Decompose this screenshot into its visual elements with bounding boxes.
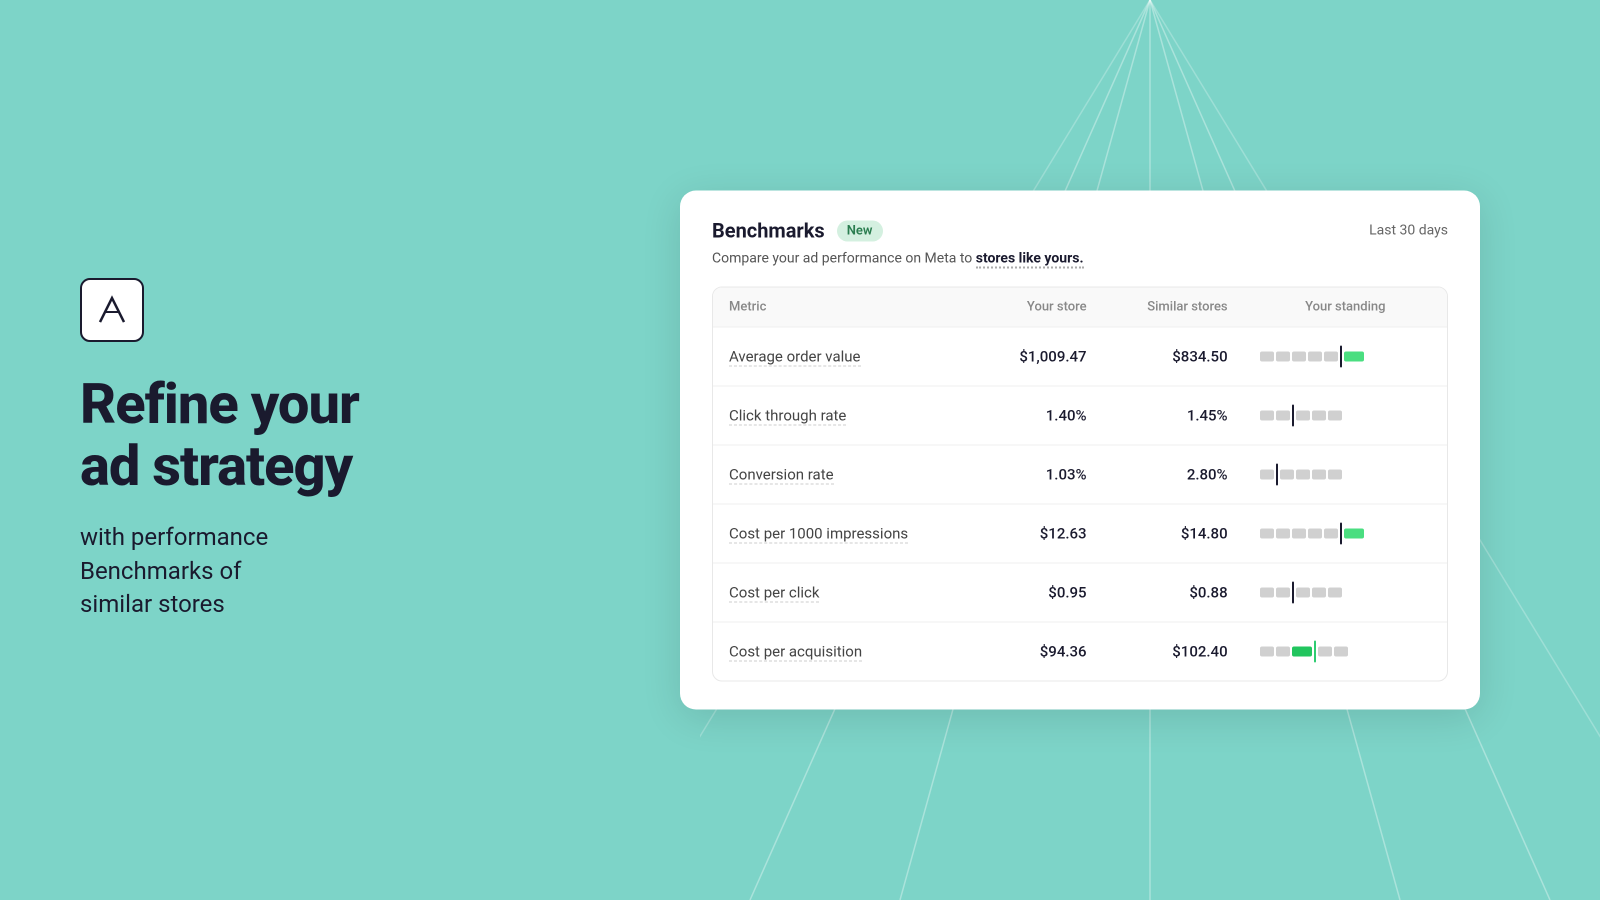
- metric-label: Cost per acquisition: [729, 642, 862, 661]
- your-store-value: 1.40%: [978, 386, 1103, 445]
- metric-label: Cost per 1000 impressions: [729, 524, 908, 543]
- benchmarks-table: Metric Your store Similar stores Your st…: [712, 287, 1448, 682]
- card-title-row: Benchmarks New: [712, 219, 883, 243]
- standing-bar: [1260, 346, 1431, 368]
- standing-bar: [1260, 582, 1431, 604]
- standing-bar: [1260, 464, 1431, 486]
- standing-bar: [1260, 405, 1431, 427]
- card-subtitle: Compare your ad performance on Meta to s…: [712, 251, 1448, 267]
- logo: [80, 278, 144, 342]
- similar-stores-value: $834.50: [1103, 327, 1244, 386]
- standing-cell: [1244, 386, 1447, 445]
- metric-cell: Conversion rate: [713, 445, 978, 504]
- table-row: Average order value $1,009.47$834.50: [713, 327, 1447, 386]
- col-metric: Metric: [713, 288, 978, 327]
- metric-cell: Average order value: [713, 327, 978, 386]
- similar-stores-value: $102.40: [1103, 622, 1244, 681]
- similar-stores-value: 1.45%: [1103, 386, 1244, 445]
- table-row: Cost per click $0.95$0.88: [713, 563, 1447, 622]
- col-standing: Your standing: [1244, 288, 1447, 327]
- standing-cell: [1244, 445, 1447, 504]
- metric-cell: Cost per click: [713, 563, 978, 622]
- metric-cell: Click through rate: [713, 386, 978, 445]
- table-row: Click through rate 1.40%1.45%: [713, 386, 1447, 445]
- your-store-value: 1.03%: [978, 445, 1103, 504]
- your-store-value: $94.36: [978, 622, 1103, 681]
- card-title: Benchmarks: [712, 219, 825, 243]
- metric-label: Conversion rate: [729, 465, 834, 484]
- similar-stores-value: $0.88: [1103, 563, 1244, 622]
- table-header-row: Metric Your store Similar stores Your st…: [713, 288, 1447, 327]
- last-days-label: Last 30 days: [1369, 223, 1448, 239]
- left-panel: Refine your ad strategy with performance…: [80, 278, 500, 622]
- table-row: Conversion rate 1.03%2.80%: [713, 445, 1447, 504]
- metric-label: Average order value: [729, 347, 861, 366]
- col-your-store: Your store: [978, 288, 1103, 327]
- standing-cell: [1244, 504, 1447, 563]
- subtitle-text: Compare your ad performance on Meta to: [712, 251, 976, 267]
- similar-stores-value: $14.80: [1103, 504, 1244, 563]
- metric-label: Click through rate: [729, 406, 846, 425]
- metric-cell: Cost per 1000 impressions: [713, 504, 978, 563]
- standing-cell: [1244, 327, 1447, 386]
- metric-cell: Cost per acquisition: [713, 622, 978, 681]
- metric-label: Cost per click: [729, 583, 819, 602]
- main-headline: Refine your ad strategy: [80, 374, 500, 497]
- benchmarks-card: Benchmarks New Last 30 days Compare your…: [680, 191, 1480, 710]
- standing-bar: [1260, 523, 1431, 545]
- card-header: Benchmarks New Last 30 days: [712, 219, 1448, 243]
- your-store-value: $0.95: [978, 563, 1103, 622]
- col-similar-stores: Similar stores: [1103, 288, 1244, 327]
- table-row: Cost per acquisition $94.36$102.40: [713, 622, 1447, 681]
- subtitle-bold: stores like yours.: [976, 251, 1084, 269]
- standing-cell: [1244, 622, 1447, 681]
- your-store-value: $1,009.47: [978, 327, 1103, 386]
- table-row: Cost per 1000 impressions $12.63$14.80: [713, 504, 1447, 563]
- your-store-value: $12.63: [978, 504, 1103, 563]
- similar-stores-value: 2.80%: [1103, 445, 1244, 504]
- sub-headline: with performance Benchmarks of similar s…: [80, 521, 500, 622]
- new-badge: New: [837, 220, 883, 241]
- standing-bar: [1260, 641, 1431, 663]
- standing-cell: [1244, 563, 1447, 622]
